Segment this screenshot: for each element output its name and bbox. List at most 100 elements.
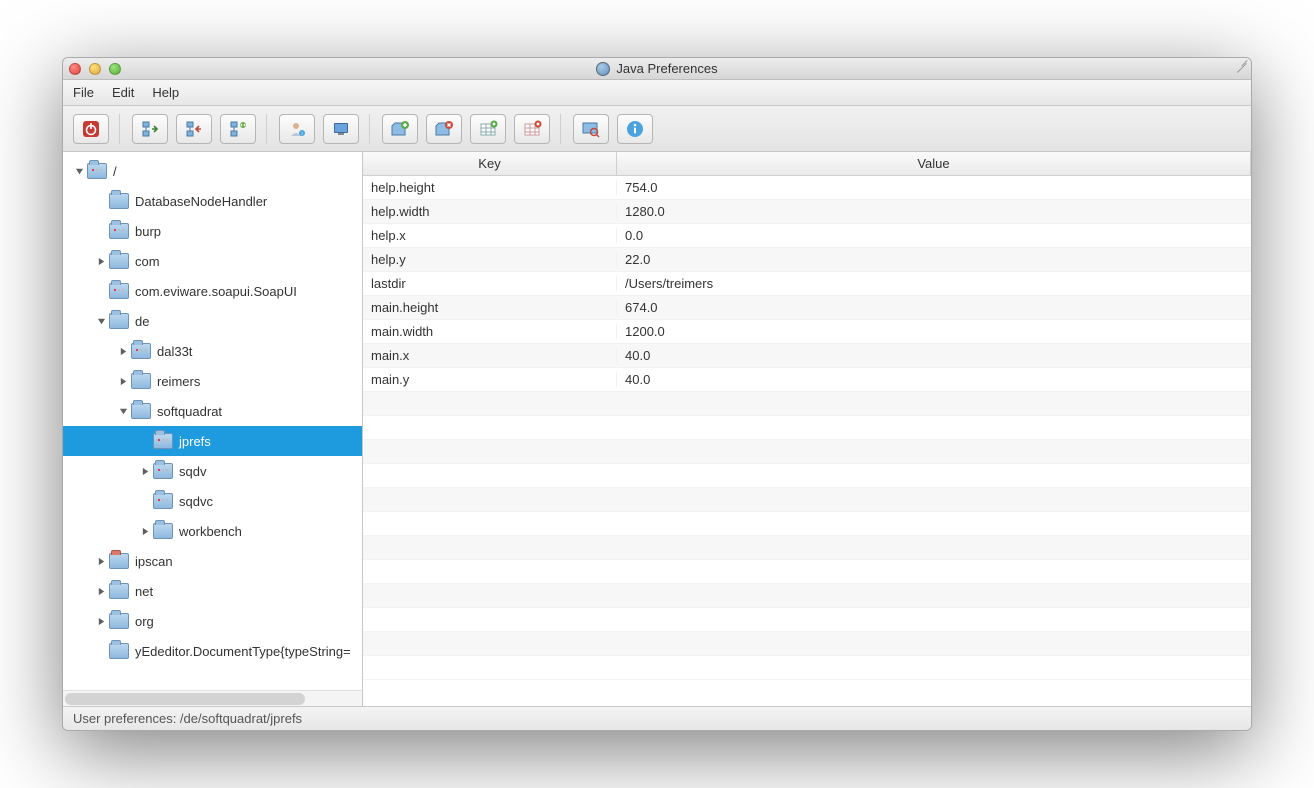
cell-value: /Users/treimers <box>617 276 1251 291</box>
tree[interactable]: / DatabaseNodeHandler burp com com.eviwar… <box>63 152 362 690</box>
chevron-right-icon[interactable] <box>117 347 129 356</box>
tree-node[interactable]: sqdv <box>63 456 362 486</box>
folder-icon <box>109 583 129 599</box>
tree-node-label: DatabaseNodeHandler <box>135 194 267 209</box>
cell-key: main.y <box>363 372 617 387</box>
power-button[interactable] <box>73 114 109 144</box>
table-body[interactable]: help.height754.0help.width1280.0help.x0.… <box>363 176 1251 706</box>
new-entry-button[interactable] <box>470 114 506 144</box>
tree-node-label: workbench <box>179 524 242 539</box>
resize-icon[interactable] <box>1233 61 1247 75</box>
tree-node[interactable]: net <box>63 576 362 606</box>
tree-export-button[interactable] <box>176 114 212 144</box>
tree-node[interactable]: com.eviware.soapui.SoapUI <box>63 276 362 306</box>
tree-horizontal-scrollbar[interactable] <box>63 690 362 706</box>
chevron-right-icon[interactable] <box>139 467 151 476</box>
folder-icon <box>109 283 129 299</box>
chevron-right-icon[interactable] <box>95 617 107 626</box>
cell-key: main.x <box>363 348 617 363</box>
table-row[interactable]: main.width1200.0 <box>363 320 1251 344</box>
tree-node[interactable]: workbench <box>63 516 362 546</box>
table-row[interactable]: help.width1280.0 <box>363 200 1251 224</box>
tree-node-label: softquadrat <box>157 404 222 419</box>
table-row[interactable] <box>363 464 1251 488</box>
table-row[interactable] <box>363 392 1251 416</box>
tree-node[interactable]: yEdeditor.DocumentType{typeString= <box>63 636 362 666</box>
system-prefs-button[interactable] <box>323 114 359 144</box>
chevron-right-icon[interactable] <box>95 257 107 266</box>
tree-node-label: net <box>135 584 153 599</box>
tree-import-button[interactable] <box>132 114 168 144</box>
table-row[interactable]: main.height674.0 <box>363 296 1251 320</box>
cell-value: 0.0 <box>617 228 1251 243</box>
table-row[interactable] <box>363 536 1251 560</box>
folder-icon <box>109 613 129 629</box>
folder-icon <box>153 493 173 509</box>
tree-node[interactable]: jprefs <box>63 426 362 456</box>
column-header-value[interactable]: Value <box>617 152 1251 175</box>
menu-edit[interactable]: Edit <box>112 85 134 100</box>
tree-node-label: sqdvc <box>179 494 213 509</box>
delete-entry-button[interactable] <box>514 114 550 144</box>
table-row[interactable] <box>363 632 1251 656</box>
table-pane: Key Value help.height754.0help.width1280… <box>363 152 1251 706</box>
table-row[interactable] <box>363 584 1251 608</box>
statusbar: User preferences: /de/softquadrat/jprefs <box>63 706 1251 730</box>
cell-key: help.width <box>363 204 617 219</box>
table-row[interactable] <box>363 512 1251 536</box>
tree-node[interactable]: com <box>63 246 362 276</box>
tree-node-label: com.eviware.soapui.SoapUI <box>135 284 297 299</box>
tree-node[interactable]: ipscan <box>63 546 362 576</box>
cell-value: 22.0 <box>617 252 1251 267</box>
tree-node[interactable]: reimers <box>63 366 362 396</box>
tree-node[interactable]: DatabaseNodeHandler <box>63 186 362 216</box>
search-button[interactable] <box>573 114 609 144</box>
tree-node[interactable]: / <box>63 156 362 186</box>
tree-refresh-button[interactable] <box>220 114 256 144</box>
table-row[interactable]: help.x0.0 <box>363 224 1251 248</box>
info-button[interactable] <box>617 114 653 144</box>
column-header-key[interactable]: Key <box>363 152 617 175</box>
titlebar[interactable]: Java Preferences <box>63 58 1251 80</box>
cell-key: main.height <box>363 300 617 315</box>
tree-node-label: com <box>135 254 160 269</box>
menu-help[interactable]: Help <box>152 85 179 100</box>
table-row[interactable]: help.y22.0 <box>363 248 1251 272</box>
table-row[interactable]: lastdir/Users/treimers <box>363 272 1251 296</box>
chevron-right-icon[interactable] <box>95 587 107 596</box>
folder-icon <box>109 643 129 659</box>
tree-node[interactable]: softquadrat <box>63 396 362 426</box>
tree-node[interactable]: org <box>63 606 362 636</box>
tree-node[interactable]: dal33t <box>63 336 362 366</box>
tree-pane: / DatabaseNodeHandler burp com com.eviwar… <box>63 152 363 706</box>
table-row[interactable] <box>363 440 1251 464</box>
table-row[interactable] <box>363 488 1251 512</box>
tree-node[interactable]: sqdvc <box>63 486 362 516</box>
chevron-down-icon[interactable] <box>95 317 107 326</box>
menubar: File Edit Help <box>63 80 1251 106</box>
user-prefs-button[interactable]: i <box>279 114 315 144</box>
chevron-right-icon[interactable] <box>95 557 107 566</box>
tree-node[interactable]: de <box>63 306 362 336</box>
window-title: Java Preferences <box>616 61 717 76</box>
folder-icon <box>131 403 151 419</box>
menu-file[interactable]: File <box>73 85 94 100</box>
cell-key: help.x <box>363 228 617 243</box>
table-row[interactable] <box>363 560 1251 584</box>
tree-node-label: org <box>135 614 154 629</box>
chevron-right-icon[interactable] <box>139 527 151 536</box>
folder-icon <box>109 313 129 329</box>
cell-key: help.y <box>363 252 617 267</box>
table-row[interactable]: main.y40.0 <box>363 368 1251 392</box>
chevron-right-icon[interactable] <box>117 377 129 386</box>
table-row[interactable]: help.height754.0 <box>363 176 1251 200</box>
delete-node-button[interactable] <box>426 114 462 144</box>
table-row[interactable] <box>363 608 1251 632</box>
table-row[interactable]: main.x40.0 <box>363 344 1251 368</box>
table-row[interactable] <box>363 416 1251 440</box>
tree-node[interactable]: burp <box>63 216 362 246</box>
new-node-button[interactable] <box>382 114 418 144</box>
chevron-down-icon[interactable] <box>73 167 85 176</box>
table-row[interactable] <box>363 656 1251 680</box>
chevron-down-icon[interactable] <box>117 407 129 416</box>
